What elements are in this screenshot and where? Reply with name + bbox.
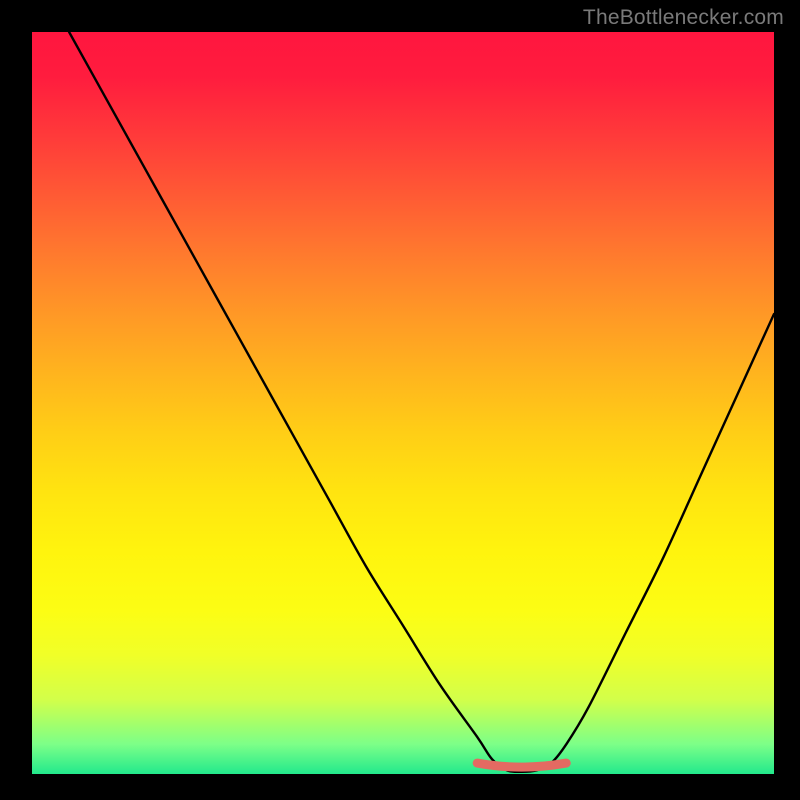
watermark-text: TheBottlenecker.com [583,6,784,30]
plot-area [32,32,774,774]
optimal-range-marker [477,763,566,767]
chart-svg [32,32,774,774]
bottleneck-curve [69,32,774,772]
chart-frame: TheBottlenecker.com [0,0,800,800]
